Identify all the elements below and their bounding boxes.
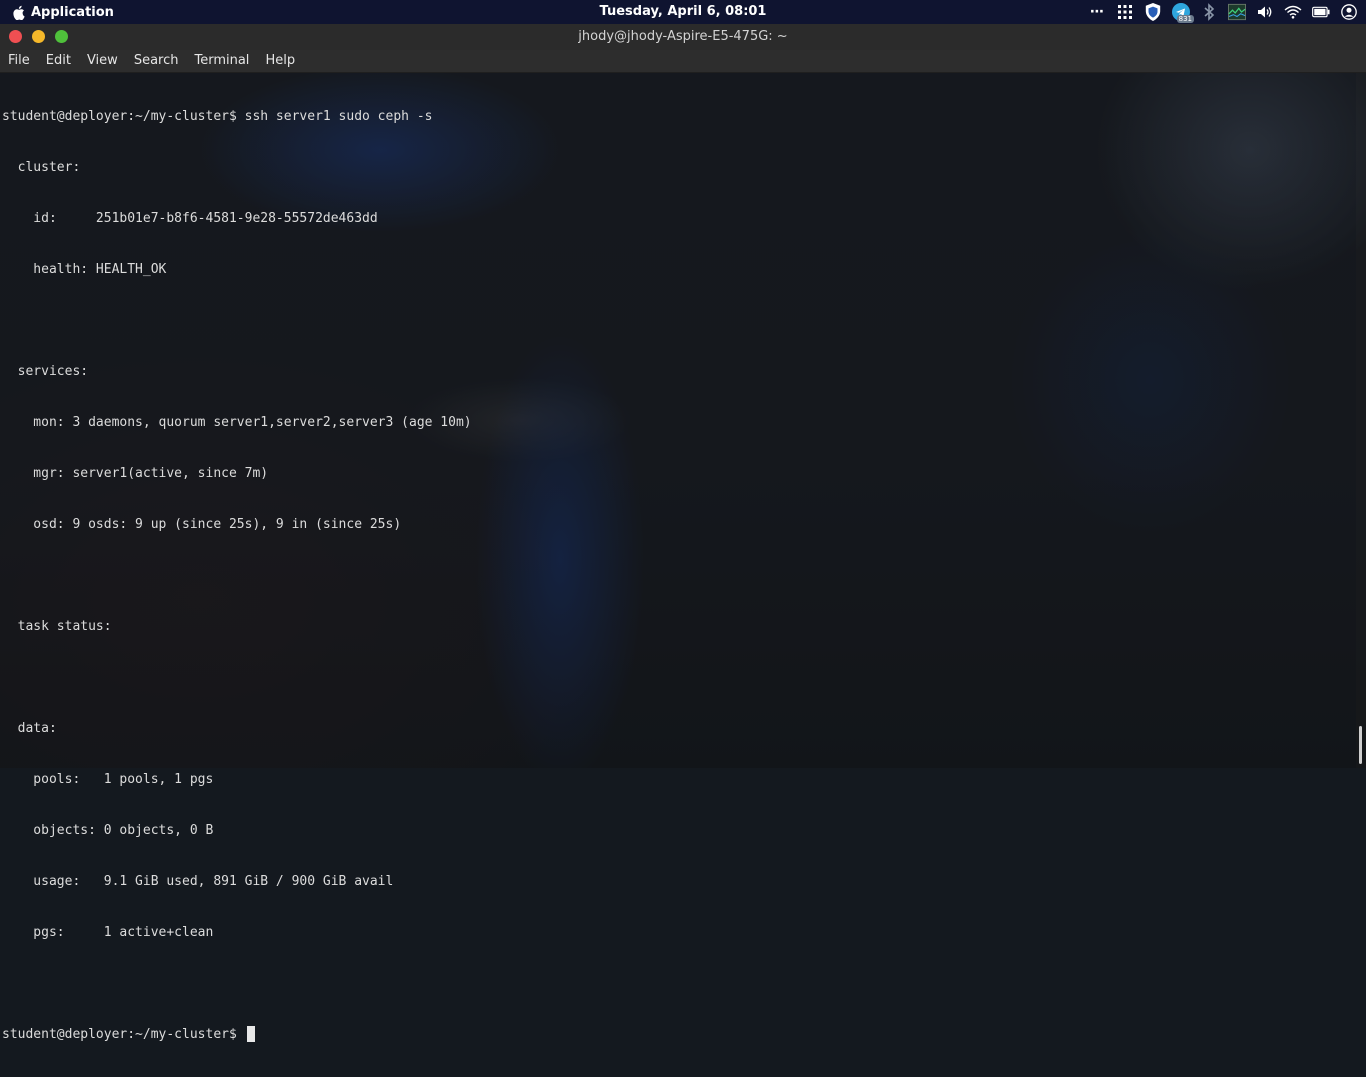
battery-glyph-icon xyxy=(1312,6,1330,18)
shell-prompt: student@deployer:~/my-cluster$ xyxy=(2,1027,245,1042)
more-glyph: ⋯ xyxy=(1090,4,1104,20)
more-icon[interactable]: ⋯ xyxy=(1088,3,1106,21)
menu-search[interactable]: Search xyxy=(126,50,187,72)
terminal-line: health: HEALTH_OK xyxy=(2,262,167,277)
menu-view[interactable]: View xyxy=(79,50,126,72)
terminal-line: data: xyxy=(2,721,57,736)
application-label: Application xyxy=(31,4,114,20)
terminal-line: usage: 9.1 GiB used, 891 GiB / 900 GiB a… xyxy=(2,874,394,889)
speaker-glyph-icon xyxy=(1258,6,1272,18)
scrollbar-track[interactable] xyxy=(1356,73,1366,768)
bluetooth-glyph-icon xyxy=(1204,3,1215,21)
user-glyph-icon xyxy=(1341,4,1357,20)
system-tray: ⋯ 831 xyxy=(1088,0,1358,24)
menu-edit[interactable]: Edit xyxy=(38,50,79,72)
battery-icon[interactable] xyxy=(1312,3,1330,21)
system-monitor-icon[interactable] xyxy=(1228,3,1246,21)
terminal-line: pgs: 1 active+clean xyxy=(2,925,214,940)
terminal-line: cluster: xyxy=(2,160,81,175)
wifi-icon[interactable] xyxy=(1284,3,1302,21)
grid-glyph-icon xyxy=(1118,5,1132,19)
user-account-icon[interactable] xyxy=(1340,3,1358,21)
terminal-line: student@deployer:~/my-cluster$ ssh serve… xyxy=(2,109,433,124)
scrollbar-thumb[interactable] xyxy=(1359,726,1362,764)
window-titlebar[interactable]: jhody@jhody-Aspire-E5-475G: ~ xyxy=(0,24,1366,50)
telegram-icon[interactable]: 831 xyxy=(1172,3,1194,23)
monitor-glyph-icon xyxy=(1228,3,1246,21)
terminal-area[interactable]: student@deployer:~/my-cluster$ ssh serve… xyxy=(0,73,1356,1042)
terminal-prompt-line[interactable]: student@deployer:~/my-cluster$ xyxy=(2,1026,472,1043)
bluetooth-icon[interactable] xyxy=(1200,3,1218,21)
menu-help[interactable]: Help xyxy=(257,50,303,72)
volume-icon[interactable] xyxy=(1256,3,1274,21)
terminal-line: services: xyxy=(2,364,89,379)
terminal-menubar: File Edit View Search Terminal Help xyxy=(0,50,1366,73)
system-top-bar: Application Tuesday, April 6, 08:01 ⋯ 83… xyxy=(0,0,1366,24)
app-grid-icon[interactable] xyxy=(1116,3,1134,21)
text-cursor xyxy=(246,1026,255,1042)
terminal-line: objects: 0 objects, 0 B xyxy=(2,823,214,838)
application-menu[interactable]: Application xyxy=(12,0,114,24)
terminal-line: osd: 9 osds: 9 up (since 25s), 9 in (sin… xyxy=(2,517,402,532)
menu-terminal[interactable]: Terminal xyxy=(186,50,257,72)
shield-icon[interactable] xyxy=(1144,3,1162,21)
apple-icon xyxy=(13,5,25,20)
terminal-line: task status: xyxy=(2,619,112,634)
terminal-line: mon: 3 daemons, quorum server1,server2,s… xyxy=(2,415,472,430)
terminal-line: id: 251b01e7-b8f6-4581-9e28-55572de463dd xyxy=(2,211,378,226)
notification-badge: 831 xyxy=(1176,15,1194,23)
terminal-line: pools: 1 pools, 1 pgs xyxy=(2,772,214,787)
terminal-output: student@deployer:~/my-cluster$ ssh serve… xyxy=(2,74,472,1077)
shield-glyph-icon xyxy=(1145,3,1161,21)
window-title: jhody@jhody-Aspire-E5-475G: ~ xyxy=(578,29,788,44)
wifi-glyph-icon xyxy=(1284,5,1302,19)
terminal-line: mgr: server1(active, since 7m) xyxy=(2,466,269,481)
menu-file[interactable]: File xyxy=(0,50,38,72)
